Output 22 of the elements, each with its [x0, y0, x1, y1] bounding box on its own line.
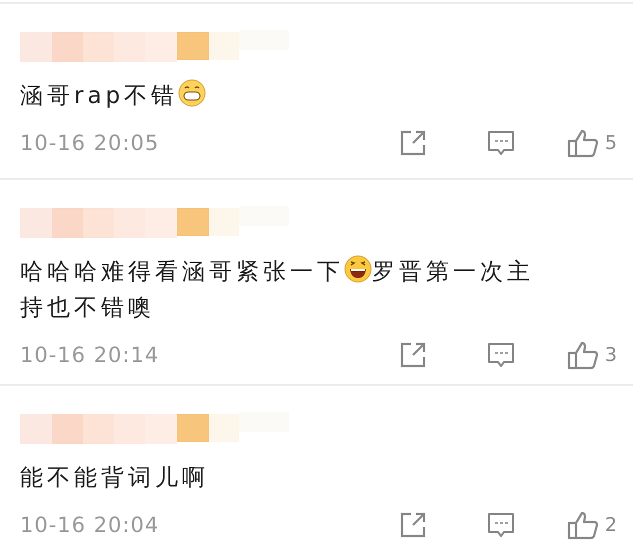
comment-text: 哈哈哈难得看涵哥紧张一下	[20, 259, 344, 285]
comment-time: 10-16 20:05	[20, 131, 160, 155]
comment-text: 能不能背词儿啊	[20, 465, 209, 491]
thumbs-up-icon[interactable]	[566, 128, 599, 158]
share-icon[interactable]	[398, 511, 427, 539]
comment-time: 10-16 20:14	[20, 343, 160, 367]
comment-text: 罗晋第一次主	[372, 259, 534, 285]
grinning-emoji-icon	[178, 79, 206, 107]
comment-time: 10-16 20:04	[20, 513, 160, 537]
comment-text: 持也不错噢	[20, 295, 155, 321]
thumbs-up-icon[interactable]	[566, 340, 599, 370]
thumbs-up-icon[interactable]	[566, 510, 599, 540]
comment-icon[interactable]	[486, 511, 515, 539]
laughing-emoji-icon	[344, 255, 372, 283]
comment-icon[interactable]	[486, 341, 515, 369]
share-icon[interactable]	[398, 341, 427, 369]
like-count: 2	[604, 514, 617, 536]
like-count: 5	[604, 132, 617, 154]
comment-text: 涵哥rap不错	[20, 83, 178, 109]
like-count: 3	[604, 344, 617, 366]
share-icon[interactable]	[398, 129, 427, 157]
comment-icon[interactable]	[486, 129, 515, 157]
